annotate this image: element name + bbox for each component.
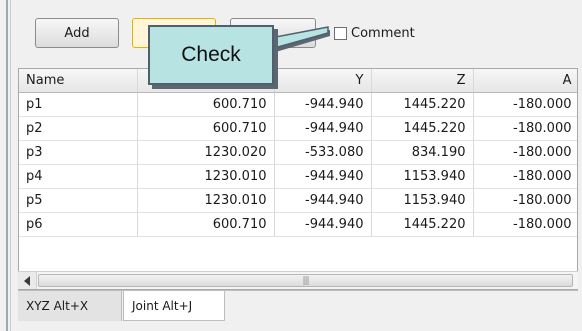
cell-x[interactable]: 1230.020	[137, 140, 275, 165]
cell-z[interactable]: 1153.940	[371, 164, 474, 189]
left-border-inner	[10, 0, 11, 331]
scroll-left-button[interactable]	[18, 272, 37, 289]
cell-a[interactable]: -180.000	[473, 212, 577, 237]
comment-label: Comment	[351, 25, 415, 41]
point-editor-window: Add Comment Name X Y Z A	[0, 0, 582, 331]
cell-name[interactable]: p4	[19, 164, 138, 189]
cell-y[interactable]: -944.940	[274, 116, 372, 141]
table-row[interactable]: p4 1230.010 -944.940 1153.940 -180.000	[19, 164, 577, 189]
table-row[interactable]: p5 1230.010 -944.940 1153.940 -180.000	[19, 188, 577, 213]
points-table: Name X Y Z A p1 600.710 -944.940 1445.22…	[18, 68, 578, 290]
column-header-name[interactable]: Name	[19, 69, 138, 93]
cell-z[interactable]: 1445.220	[371, 212, 474, 237]
table-row[interactable]: p3 1230.020 -533.080 834.190 -180.000	[19, 140, 577, 165]
tab-joint[interactable]: Joint Alt+J	[123, 291, 225, 321]
cell-z[interactable]: 834.190	[371, 140, 474, 165]
left-border	[6, 0, 8, 331]
cell-x[interactable]: 600.710	[137, 116, 275, 141]
table-row[interactable]: p1 600.710 -944.940 1445.220 -180.000	[19, 92, 577, 117]
cell-name[interactable]: p1	[19, 92, 138, 117]
cell-name[interactable]: p3	[19, 140, 138, 165]
table-row[interactable]: p6 600.710 -944.940 1445.220 -180.000	[19, 212, 577, 237]
comment-toggle[interactable]: Comment	[334, 24, 415, 42]
tab-xyz[interactable]: XYZ Alt+X	[18, 291, 122, 321]
toolbar: Add Comment	[18, 12, 578, 58]
cell-z[interactable]: 1153.940	[371, 188, 474, 213]
cell-x[interactable]: 600.710	[137, 92, 275, 117]
cell-a[interactable]: -180.000	[473, 188, 577, 213]
cell-y[interactable]: -944.940	[274, 92, 372, 117]
comment-checkbox[interactable]	[334, 26, 347, 40]
cell-y[interactable]: -944.940	[274, 188, 372, 213]
cell-x[interactable]: 600.710	[137, 212, 275, 237]
cell-name[interactable]: p5	[19, 188, 138, 213]
cell-y[interactable]: -533.080	[274, 140, 372, 165]
cell-name[interactable]: p2	[19, 116, 138, 141]
cell-x[interactable]: 1230.010	[137, 188, 275, 213]
coordinate-tabs: XYZ Alt+X Joint Alt+J	[18, 290, 578, 321]
add-button[interactable]: Add	[35, 18, 119, 48]
callout-label: Check	[148, 25, 274, 85]
cell-x[interactable]: 1230.010	[137, 164, 275, 189]
triangle-left-icon	[24, 275, 30, 286]
cell-a[interactable]: -180.000	[473, 164, 577, 189]
cell-y[interactable]: -944.940	[274, 164, 372, 189]
column-header-a[interactable]: A	[473, 69, 577, 93]
table-row[interactable]: p2 600.710 -944.940 1445.220 -180.000	[19, 116, 577, 141]
grip-icon: |||	[302, 275, 309, 286]
table-header-row: Name X Y Z A	[19, 69, 577, 93]
cell-z[interactable]: 1445.220	[371, 92, 474, 117]
scroll-thumb[interactable]: |||	[38, 274, 573, 287]
cell-a[interactable]: -180.000	[473, 92, 577, 117]
cell-z[interactable]: 1445.220	[371, 116, 474, 141]
column-header-z[interactable]: Z	[371, 69, 474, 93]
column-header-y[interactable]: Y	[274, 69, 372, 93]
cell-a[interactable]: -180.000	[473, 140, 577, 165]
horizontal-scrollbar[interactable]: |||	[18, 271, 578, 289]
cell-y[interactable]: -944.940	[274, 212, 372, 237]
cell-name[interactable]: p6	[19, 212, 138, 237]
cell-a[interactable]: -180.000	[473, 116, 577, 141]
